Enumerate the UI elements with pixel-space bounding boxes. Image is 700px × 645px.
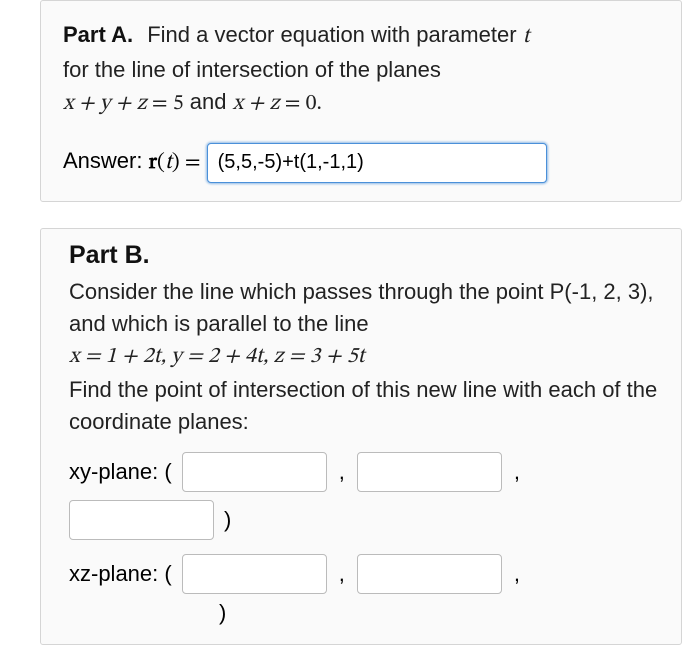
part-b-panel: Part B. Consider the line which passes t… bbox=[40, 228, 682, 645]
answer-r: r bbox=[149, 152, 157, 174]
eq2-eq: = bbox=[279, 93, 305, 115]
xz-plane-input-2[interactable] bbox=[357, 554, 502, 594]
part-a-answer-input[interactable] bbox=[207, 143, 547, 183]
part-a-text-1: Find a vector equation with parameter bbox=[147, 22, 522, 47]
param-t: t bbox=[523, 26, 530, 48]
answer-label-text: Answer: bbox=[63, 148, 149, 173]
xy-plane-input-2[interactable] bbox=[357, 452, 502, 492]
comma-1: , bbox=[339, 459, 345, 485]
eq2-rhs: 0 bbox=[306, 93, 317, 115]
eq1-eq: = bbox=[147, 93, 173, 115]
part-a-question: Part A. Find a vector equation with para… bbox=[63, 19, 659, 121]
xz-plane-input-1[interactable] bbox=[182, 554, 327, 594]
answer-eq: = bbox=[180, 152, 201, 174]
part-a-text-2: for the line of intersection of the plan… bbox=[63, 57, 441, 82]
answer-paren-close: ) bbox=[172, 152, 180, 174]
part-a-answer-row: Answer: r(t) = bbox=[63, 143, 659, 183]
part-b-heading: Part B. bbox=[69, 241, 659, 270]
part-b-param-eq: x = 1 + 2t, y = 2 + 4t, z = 3 + 5t bbox=[69, 339, 659, 374]
xz-close-paren: ) bbox=[219, 600, 226, 626]
answer-t: t bbox=[165, 152, 172, 174]
xz-plane-label: xz-plane: ( bbox=[69, 561, 172, 587]
eq1-rhs: 5 bbox=[173, 93, 184, 115]
comma-3: , bbox=[339, 561, 345, 587]
eq2-lhs: x + z bbox=[233, 93, 280, 115]
xy-plane-row: xy-plane: ( , , ) bbox=[69, 452, 659, 540]
comma-2: , bbox=[514, 459, 520, 485]
eq-period: . bbox=[317, 93, 322, 115]
xz-plane-close-row: ) bbox=[69, 600, 659, 626]
xy-plane-label: xy-plane: ( bbox=[69, 459, 172, 485]
part-a-panel: Part A. Find a vector equation with para… bbox=[40, 0, 682, 202]
xy-plane-input-1[interactable] bbox=[182, 452, 327, 492]
xz-plane-row: xz-plane: ( , , bbox=[69, 554, 659, 594]
answer-paren-open: ( bbox=[157, 152, 165, 174]
part-b-instruction: Find the point of intersection of this n… bbox=[69, 374, 659, 438]
part-a-heading: Part A. bbox=[63, 22, 133, 47]
eq1-lhs: x + y + z bbox=[63, 93, 147, 115]
xy-plane-input-3[interactable] bbox=[69, 500, 214, 540]
answer-label: Answer: r(t) = bbox=[63, 148, 201, 177]
part-b-intro: Consider the line which passes through t… bbox=[69, 276, 659, 340]
xy-close-paren: ) bbox=[224, 507, 231, 533]
eq-joiner: and bbox=[184, 89, 233, 114]
param-eq-text: x = 1 + 2t, y = 2 + 4t, z = 3 + 5t bbox=[69, 346, 365, 368]
comma-4: , bbox=[514, 561, 520, 587]
